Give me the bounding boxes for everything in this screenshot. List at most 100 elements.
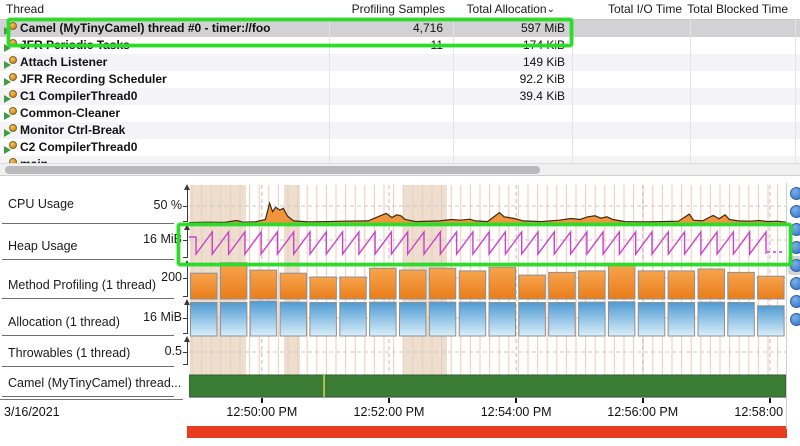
blue-dot-button[interactable] xyxy=(790,187,800,200)
axis-arrow-icon xyxy=(184,224,190,230)
column-divider xyxy=(690,19,691,163)
time-axis-tick xyxy=(769,398,771,403)
thread-ball-icon xyxy=(9,73,17,81)
allocation-bar xyxy=(668,303,695,337)
allocation-bar xyxy=(280,302,307,336)
thread-icon xyxy=(4,107,17,120)
blue-dot-button[interactable] xyxy=(790,313,800,326)
thread-icon xyxy=(4,124,17,137)
method-profiling-bar xyxy=(579,271,606,299)
thread-icon xyxy=(4,90,17,103)
track-separator xyxy=(2,298,174,299)
table-row[interactable]: C1 CompilerThread039.4 KiB xyxy=(0,88,800,105)
track-label-heap-usage: Heap Usage xyxy=(8,239,78,253)
axis-arrow-icon xyxy=(184,299,190,305)
method-profiling-bar xyxy=(400,270,427,299)
axis-tick xyxy=(183,318,188,319)
profiling-samples-value: 4,716 xyxy=(331,20,443,37)
table-row[interactable]: Attach Listener149 KiB xyxy=(0,54,800,71)
method-profiling-bar xyxy=(459,271,486,299)
blue-dot-button[interactable] xyxy=(790,295,800,308)
table-row[interactable]: Camel (MyTinyCamel) thread #0 - timer://… xyxy=(0,20,800,37)
blue-dot-button[interactable] xyxy=(790,205,800,218)
axis-arrow-icon xyxy=(184,184,190,190)
axis-tick xyxy=(183,257,188,258)
allocation-bar xyxy=(549,303,576,337)
axis-tick xyxy=(183,278,188,279)
thread-icon xyxy=(4,141,17,154)
allocation-bar xyxy=(728,303,755,337)
profiler-window: Thread Profiling Samples Total Allocatio… xyxy=(0,0,800,446)
track-tick-label: 200 xyxy=(90,270,182,284)
method-profiling-bar xyxy=(668,271,695,299)
time-axis-tick xyxy=(642,398,644,403)
allocation-bar xyxy=(191,303,218,337)
blue-dot-button[interactable] xyxy=(790,277,800,290)
method-profiling-bar xyxy=(549,272,576,299)
time-axis-tick xyxy=(388,398,390,403)
track-separator xyxy=(2,366,174,367)
method-profiling-bar xyxy=(519,275,546,299)
method-profiling-bar xyxy=(638,271,665,299)
timeline-chart-area[interactable] xyxy=(189,185,786,398)
method-profiling-bar xyxy=(191,273,218,299)
horizontal-scrollbar[interactable] xyxy=(0,163,800,176)
table-row[interactable]: Monitor Ctrl-Break xyxy=(0,122,800,139)
allocation-bar xyxy=(638,303,665,337)
table-row[interactable]: Common-Cleaner xyxy=(0,105,800,122)
allocation-bar xyxy=(400,303,427,337)
total-allocation-value: 39.4 KiB xyxy=(455,88,565,105)
column-header-total-blocked-time[interactable]: Total Blocked Time xyxy=(680,2,788,16)
track-axis xyxy=(187,264,188,297)
method-profiling-bar xyxy=(758,276,785,299)
allocation-bar xyxy=(429,302,456,336)
blue-dot-button[interactable] xyxy=(790,223,800,236)
heap-usage-series xyxy=(189,232,766,254)
column-header-profiling-samples[interactable]: Profiling Samples xyxy=(333,2,445,16)
thread-name: Common-Cleaner xyxy=(20,105,120,122)
total-allocation-value: 149 KiB xyxy=(455,54,565,71)
thread-ball-icon xyxy=(9,124,17,132)
method-profiling-bar xyxy=(310,277,337,299)
time-axis-tick xyxy=(515,398,517,403)
time-axis-label: 12:52:00 PM xyxy=(334,405,444,419)
table-row[interactable]: JFR Recording Scheduler92.2 KiB xyxy=(0,71,800,88)
thread-table-header: Thread Profiling Samples Total Allocatio… xyxy=(0,0,800,20)
allocation-bar xyxy=(310,303,337,337)
track-label-camel-thread-state: Camel (MyTinyCamel) thread... xyxy=(8,376,181,390)
axis-arrow-icon xyxy=(184,336,190,342)
column-header-thread[interactable]: Thread xyxy=(6,2,44,16)
blue-dot-button[interactable] xyxy=(790,259,800,272)
method-profiling-bar xyxy=(698,269,725,299)
allocation-bar xyxy=(220,303,247,337)
axis-arrow-icon xyxy=(184,260,190,266)
column-divider xyxy=(795,19,796,163)
method-profiling-bar xyxy=(370,268,397,299)
thread-state-bar xyxy=(189,375,786,397)
track-separator xyxy=(2,396,174,397)
column-header-total-io-time[interactable]: Total I/O Time xyxy=(572,2,682,16)
track-tick-label: 16 MiB xyxy=(90,310,182,324)
allocation-bar xyxy=(340,303,367,337)
thread-name: JFR Periodic Tasks xyxy=(20,37,130,54)
track-separator xyxy=(2,335,174,336)
table-row[interactable]: main xyxy=(0,156,800,163)
method-profiling-bar xyxy=(220,263,247,299)
total-allocation-value: 597 MiB xyxy=(455,20,565,37)
blue-dot-button[interactable] xyxy=(790,241,800,254)
track-tick-label: 0.5 xyxy=(90,344,182,358)
method-profiling-bar xyxy=(250,270,277,299)
column-header-total-allocation[interactable]: Total Allocation⌄ xyxy=(455,2,555,16)
thread-ball-icon xyxy=(9,39,17,47)
track-label-cpu-usage: CPU Usage xyxy=(8,197,74,211)
table-row[interactable]: C2 CompilerThread0 xyxy=(0,139,800,156)
table-row[interactable]: JFR Periodic Tasks11174 KiB xyxy=(0,37,800,54)
scrollbar-thumb[interactable] xyxy=(5,166,540,174)
method-profiling-bar xyxy=(280,273,307,299)
column-divider xyxy=(453,19,454,163)
method-profiling-bar xyxy=(340,277,367,299)
axis-tick xyxy=(183,364,188,365)
axis-tick xyxy=(183,352,188,353)
track-separator xyxy=(2,259,174,260)
axis-tick xyxy=(183,221,188,222)
